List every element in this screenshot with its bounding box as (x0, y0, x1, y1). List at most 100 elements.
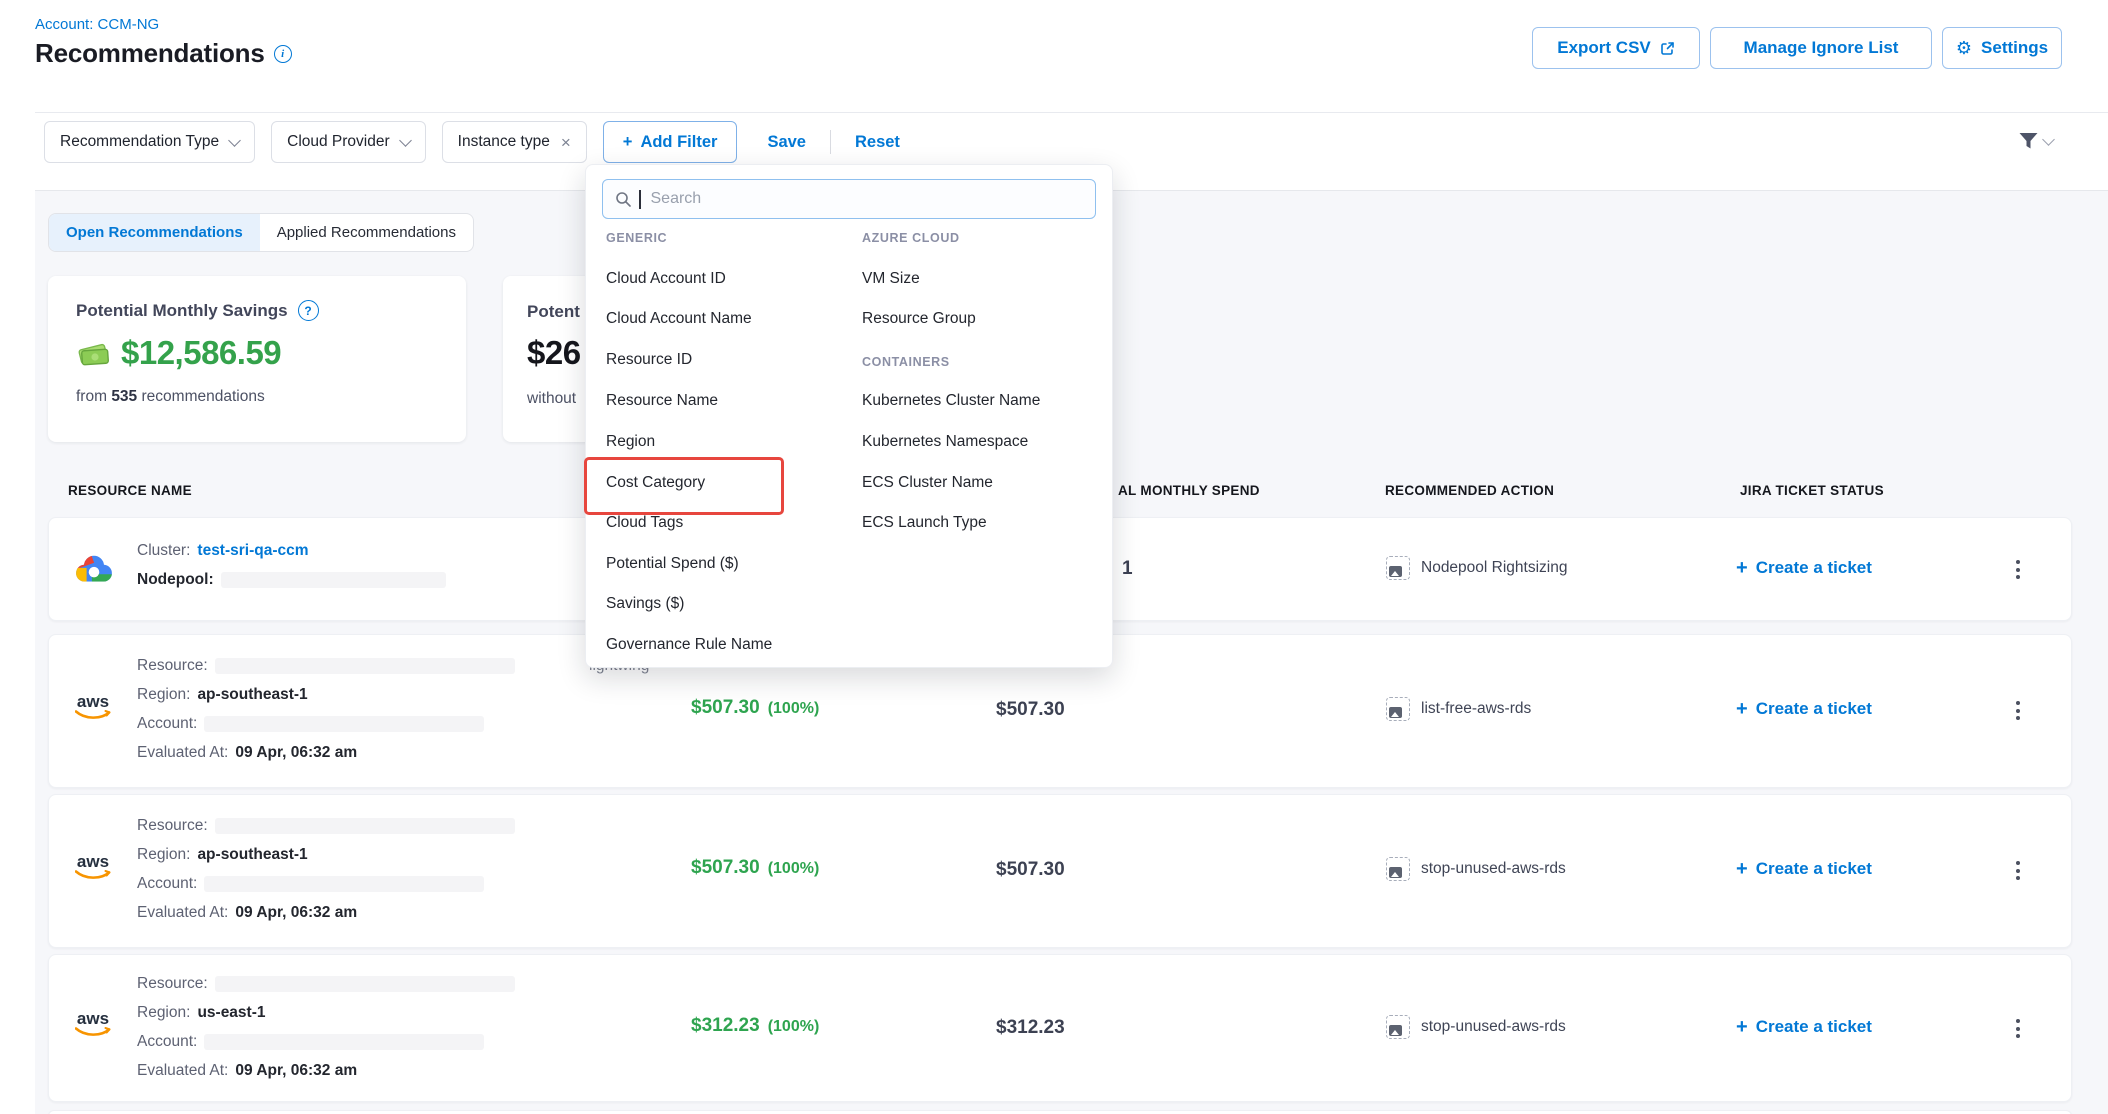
search-input[interactable] (649, 189, 1084, 209)
redacted-value (215, 658, 515, 674)
aws-wordmark: aws (77, 1010, 109, 1027)
resource-details: Resource: Region:ap-southeast-1 Account:… (137, 811, 515, 927)
gcp-icon (75, 554, 113, 590)
row-menu-kebab-icon[interactable] (2012, 857, 2024, 884)
filter-actions-divider (830, 130, 831, 154)
region-label: Region: (137, 846, 190, 864)
table-row[interactable]: aws Resource: Region:us-east-1 Account: … (48, 954, 2072, 1102)
info-icon[interactable]: i (274, 45, 292, 63)
cluster-name-link[interactable]: test-sri-qa-ccm (197, 542, 308, 560)
filter-option-resource-group[interactable]: Resource Group (862, 299, 976, 339)
column-header-total-monthly-spend: AL MONTHLY SPEND (1118, 483, 1260, 498)
filter-option-cost-category[interactable]: Cost Category (606, 463, 705, 503)
close-icon[interactable]: × (561, 134, 571, 151)
external-link-icon (1660, 41, 1675, 56)
add-filter-button[interactable]: + Add Filter (603, 121, 738, 163)
savings-value: $12,586.59 (121, 334, 281, 372)
funnel-icon (2018, 132, 2039, 150)
plus-icon: + (1736, 699, 1748, 719)
savings-percent: (100%) (768, 700, 820, 717)
create-ticket-button[interactable]: + Create a ticket (1736, 859, 1872, 879)
recommended-action: list-free-aws-rds (1386, 697, 1531, 721)
partial-card-title: Potent (527, 302, 580, 322)
partial-card-value: $26 (527, 334, 581, 372)
plus-icon: + (1736, 1017, 1748, 1037)
governance-rule-icon (1386, 857, 1410, 881)
create-ticket-button[interactable]: + Create a ticket (1736, 699, 1872, 719)
aws-icon: aws (75, 693, 111, 721)
text-cursor (639, 190, 641, 209)
filter-option-cloud-account-id[interactable]: Cloud Account ID (606, 259, 726, 299)
manage-ignore-list-button[interactable]: Manage Ignore List (1710, 27, 1932, 69)
filter-option-kubernetes-namespace[interactable]: Kubernetes Namespace (862, 422, 1028, 462)
recommended-action: Nodepool Rightsizing (1386, 556, 1567, 580)
filter-option-ecs-launch-type[interactable]: ECS Launch Type (862, 503, 987, 543)
money-bills-icon (76, 338, 112, 368)
section-header-azure-cloud: AZURE CLOUD (862, 231, 960, 245)
potential-monthly-savings-card: Potential Monthly Savings ? $12,586.59 f… (48, 276, 466, 442)
redacted-value (221, 572, 446, 588)
filter-option-potential-spend[interactable]: Potential Spend ($) (606, 544, 739, 584)
dropdown-search-field[interactable] (602, 179, 1096, 219)
row-menu-kebab-icon[interactable] (2012, 1015, 2024, 1042)
add-filter-label: Add Filter (640, 133, 717, 152)
filter-option-cloud-tags[interactable]: Cloud Tags (606, 503, 683, 543)
filter-option-resource-name[interactable]: Resource Name (606, 381, 718, 421)
section-header-containers: CONTAINERS (862, 355, 950, 369)
create-ticket-button[interactable]: + Create a ticket (1736, 558, 1872, 578)
filter-panel-toggle[interactable] (2018, 132, 2053, 150)
evaluated-label: Evaluated At: (137, 1062, 228, 1080)
total-monthly-spend-value: $507.30 (996, 699, 1065, 721)
savings-value-row: $12,586.59 (76, 334, 281, 372)
potential-savings-cell: $312.23(100%) (691, 1015, 819, 1037)
filter-option-kubernetes-cluster-name[interactable]: Kubernetes Cluster Name (862, 381, 1040, 421)
filter-bar: Recommendation Type Cloud Provider Insta… (44, 121, 900, 163)
create-ticket-label: Create a ticket (1756, 699, 1872, 719)
potential-savings-cell: $507.30(100%) (691, 857, 819, 879)
aws-icon: aws (75, 853, 111, 881)
filter-chip-cloud-provider[interactable]: Cloud Provider (271, 121, 426, 163)
table-row[interactable]: aws Resource: Region:ap-southeast-1 Acco… (48, 794, 2072, 948)
plus-icon: + (623, 133, 633, 152)
filter-option-governance-rule-name[interactable]: Governance Rule Name (606, 625, 772, 665)
tab-label: Open Recommendations (66, 224, 243, 241)
evaluated-value: 09 Apr, 06:32 am (235, 904, 357, 922)
tab-open-recommendations[interactable]: Open Recommendations (49, 214, 260, 251)
savings-percent: (100%) (768, 860, 820, 877)
filter-option-resource-id[interactable]: Resource ID (606, 340, 692, 380)
table-row-partial (48, 1110, 2072, 1114)
chevron-down-icon (228, 134, 241, 147)
savings-card-title: Potential Monthly Savings ? (76, 300, 319, 321)
export-csv-button[interactable]: Export CSV (1532, 27, 1700, 69)
filter-chip-instance-type[interactable]: Instance type × (442, 121, 587, 163)
settings-button[interactable]: ⚙ Settings (1942, 27, 2062, 69)
add-filter-dropdown: GENERIC Cloud Account ID Cloud Account N… (585, 164, 1113, 668)
filter-chip-label: Recommendation Type (60, 133, 219, 151)
breadcrumb-account-link[interactable]: Account: CCM-NG (35, 16, 159, 33)
account-label: Account: (137, 1033, 197, 1051)
filter-chip-recommendation-type[interactable]: Recommendation Type (44, 121, 255, 163)
filter-option-ecs-cluster-name[interactable]: ECS Cluster Name (862, 463, 993, 503)
aws-wordmark: aws (77, 853, 109, 870)
filter-option-vm-size[interactable]: VM Size (862, 259, 920, 299)
reset-filter-button[interactable]: Reset (855, 133, 900, 152)
filter-option-region[interactable]: Region (606, 422, 655, 462)
aws-wordmark: aws (77, 693, 109, 710)
tab-applied-recommendations[interactable]: Applied Recommendations (260, 214, 473, 251)
resource-label: Resource: (137, 657, 208, 675)
filter-option-savings[interactable]: Savings ($) (606, 584, 684, 624)
filter-option-cloud-account-name[interactable]: Cloud Account Name (606, 299, 752, 339)
recommended-action-label: Nodepool Rightsizing (1421, 559, 1567, 577)
recommendation-tabs: Open Recommendations Applied Recommendat… (48, 213, 474, 252)
chevron-down-icon (2042, 133, 2055, 146)
recommendations-page: Account: CCM-NG Recommendations i Export… (0, 0, 2108, 1114)
row-menu-kebab-icon[interactable] (2012, 556, 2024, 583)
create-ticket-button[interactable]: + Create a ticket (1736, 1017, 1872, 1037)
save-filter-button[interactable]: Save (767, 133, 806, 152)
total-monthly-spend-value: $507.30 (996, 859, 1065, 881)
help-icon[interactable]: ? (298, 300, 319, 321)
redacted-value (204, 876, 484, 892)
governance-rule-icon (1386, 697, 1410, 721)
row-menu-kebab-icon[interactable] (2012, 697, 2024, 724)
redacted-value (204, 1034, 484, 1050)
